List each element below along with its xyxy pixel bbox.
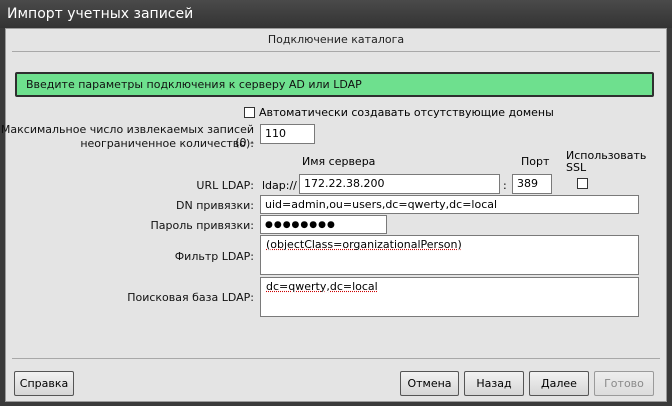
finish-button[interactable]: Готово (594, 371, 654, 396)
auto-create-domains-checkbox[interactable] (244, 107, 255, 118)
max-records-label-line2: неограниченное количество): (80, 137, 254, 150)
section-title: Подключение каталога (267, 33, 405, 46)
search-base-label: Поисковая база LDAP: (127, 291, 254, 304)
ldap-server-input[interactable]: 172.22.38.200 (299, 174, 500, 194)
use-ssl-checkbox[interactable] (577, 178, 588, 189)
server-name-header: Имя сервера (302, 155, 376, 168)
bind-password-input[interactable]: ●●●●●●●● (260, 215, 387, 234)
bind-password-label: Пароль привязки: (150, 219, 254, 232)
divider-top (12, 51, 660, 52)
window-title: Импорт учетных записей (0, 0, 672, 28)
search-base-textarea[interactable]: dc=qwerty,dc=local (260, 277, 639, 317)
import-accounts-dialog: Подключение каталога Введите параметры п… (1, 28, 667, 402)
ldap-url-label: URL LDAP: (196, 179, 254, 192)
ldap-url-prefix: ldap:// (262, 179, 297, 192)
use-ssl-header-line2: SSL (566, 161, 587, 174)
back-button[interactable]: Назад (464, 371, 524, 396)
ldap-filter-textarea[interactable]: (objectClass=organizationalPerson) (260, 235, 639, 275)
port-separator: : (503, 179, 507, 192)
ldap-filter-label: Фильтр LDAP: (174, 250, 254, 263)
help-button[interactable]: Справка (14, 371, 74, 396)
max-records-input[interactable]: 110 (260, 124, 315, 144)
divider-bottom (12, 358, 660, 359)
bind-dn-label: DN привязки: (176, 199, 254, 212)
next-button[interactable]: Далее (529, 371, 589, 396)
ldap-port-input[interactable]: 389 (512, 174, 552, 194)
info-banner: Введите параметры подключения к серверу … (15, 72, 654, 97)
cancel-button[interactable]: Отмена (400, 371, 459, 396)
auto-create-domains-label: Автоматически создавать отсутствующие до… (259, 106, 554, 119)
bind-dn-input[interactable]: uid=admin,ou=users,dc=qwerty,dc=local (260, 195, 639, 214)
port-header: Порт (521, 155, 550, 168)
